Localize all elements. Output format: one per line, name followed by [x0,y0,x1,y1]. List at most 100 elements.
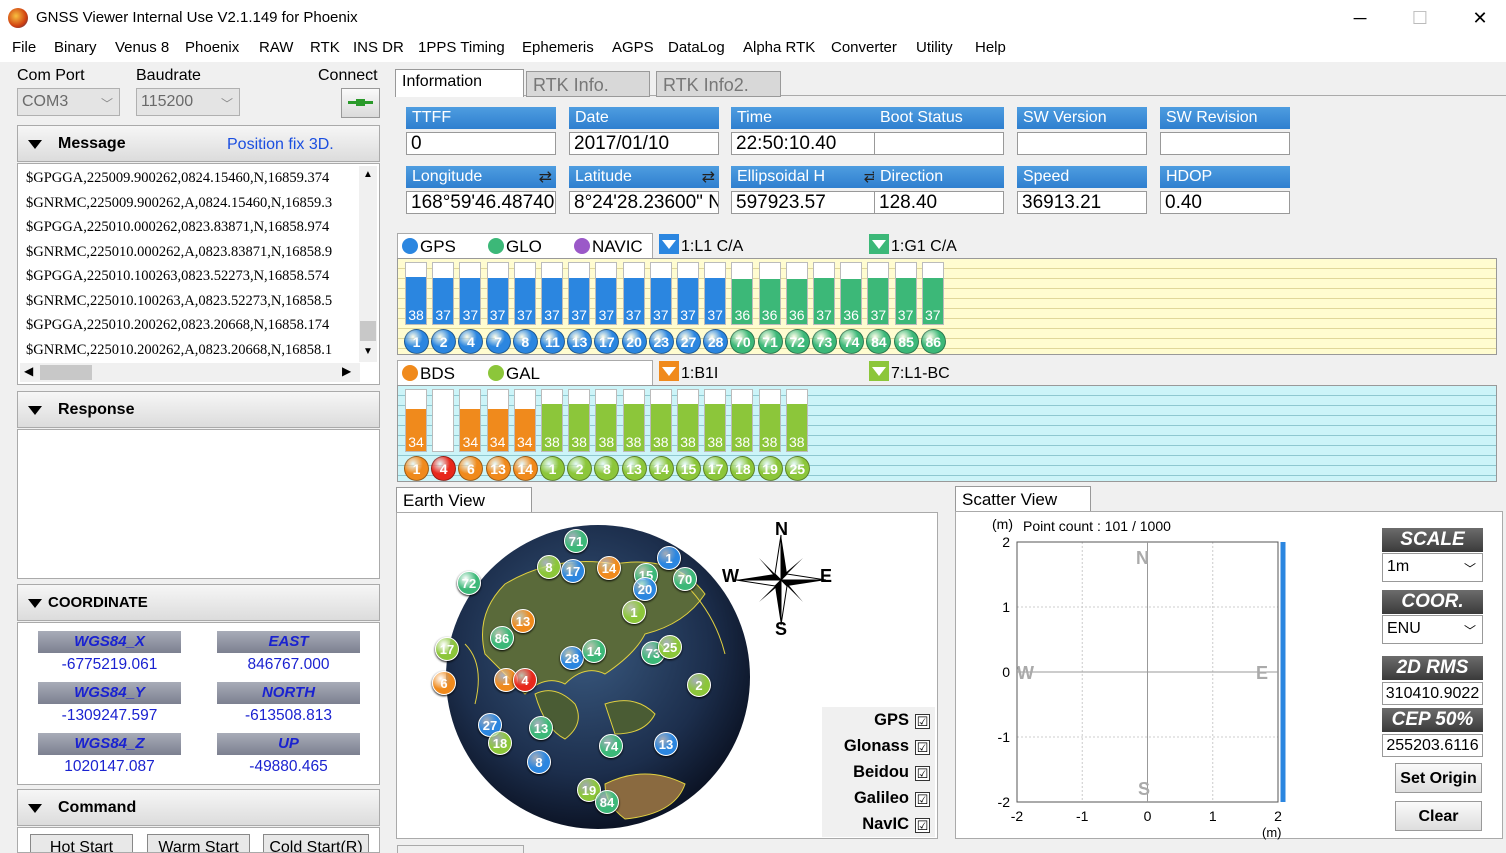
signal-select-l1bc[interactable]: 7:L1-BC [869,361,950,383]
menu-file[interactable]: File [12,39,36,56]
filter-glonass[interactable]: Glonass ☑ [835,737,930,756]
prn-badge[interactable]: 17 [594,329,620,354]
response-header[interactable]: Response [17,391,380,428]
menu-insdr[interactable]: INS DR [353,39,404,56]
satellite-marker[interactable]: 71 [564,529,588,553]
satellite-marker[interactable]: 25 [658,635,682,659]
tab-gal[interactable]: GAL [488,364,540,386]
prn-badge[interactable]: 28 [703,329,729,354]
satellite-marker[interactable]: 6 [432,671,456,695]
satellite-marker[interactable]: 17 [561,559,585,583]
satellite-marker[interactable]: 14 [582,639,606,663]
prn-badge[interactable]: 74 [839,329,865,354]
prn-badge[interactable]: 19 [757,456,783,481]
prn-badge[interactable]: 8 [594,456,620,481]
command-header[interactable]: Command [17,789,380,826]
menu-utility[interactable]: Utility [916,39,953,56]
prn-badge[interactable]: 20 [621,329,647,354]
satellite-marker[interactable]: 13 [511,609,535,633]
connect-button[interactable] [341,88,380,118]
prn-badge[interactable]: 23 [648,329,674,354]
prn-badge[interactable]: 8 [512,329,538,354]
satellite-marker[interactable]: 20 [633,577,657,601]
horizontal-scrollbar[interactable]: ◀ ▶ [20,363,360,382]
menu-datalog[interactable]: DataLog [668,39,725,56]
satellite-marker[interactable]: 70 [673,567,697,591]
tab-gps[interactable]: GPS [402,237,456,259]
prn-badge[interactable]: 7 [485,329,511,354]
prn-badge[interactable]: 27 [676,329,701,354]
checkbox-icon[interactable]: ☑ [915,766,930,781]
set-origin-button[interactable]: Set Origin [1395,763,1482,793]
satellite-marker[interactable]: 13 [529,716,553,740]
signal-select-l1ca[interactable]: 1:L1 C/A [659,234,743,256]
clear-button[interactable]: Clear [1395,801,1482,831]
scroll-left-icon[interactable]: ◀ [24,364,33,378]
vertical-scrollbar[interactable]: ▲ ▼ [359,166,377,362]
filter-navic[interactable]: NavIC ☑ [835,815,930,834]
prn-badge[interactable]: 1 [540,456,565,481]
menu-ephemeris[interactable]: Ephemeris [522,39,594,56]
prn-badge[interactable]: 17 [703,456,729,481]
warm-start-button[interactable]: Warm Start [147,834,250,852]
scroll-up-icon[interactable]: ▲ [363,169,373,180]
bottom-tab[interactable] [397,845,524,853]
prn-badge[interactable]: 72 [784,329,810,354]
close-button[interactable]: ✕ [1450,4,1506,32]
prn-badge[interactable]: 84 [866,329,892,354]
prn-badge[interactable]: 15 [676,456,701,481]
tab-glo[interactable]: GLO [488,237,542,259]
scroll-thumb[interactable] [40,365,92,380]
checkbox-icon[interactable]: ☑ [915,792,930,807]
checkbox-icon[interactable]: ☑ [915,740,930,755]
hot-start-button[interactable]: Hot Start [30,834,133,852]
satellite-marker[interactable]: 17 [435,637,459,661]
earth-view-tab[interactable]: Earth View [396,487,532,515]
filter-gps[interactable]: GPS ☑ [835,711,930,730]
message-header[interactable]: Message Position fix 3D. [17,125,380,162]
satellite-marker[interactable]: 28 [560,646,584,670]
satellite-marker[interactable]: 14 [597,556,621,580]
satellite-marker[interactable]: 8 [527,750,551,774]
prn-badge[interactable]: 1 [404,329,429,354]
satellite-marker[interactable]: 8 [537,555,561,579]
menu-agps[interactable]: AGPS [612,39,654,56]
tab-rtk-info[interactable]: RTK Info. [526,71,650,97]
menu-help[interactable]: Help [975,39,1006,56]
prn-badge[interactable]: 86 [920,329,946,354]
satellite-marker[interactable]: 4 [513,668,537,692]
filter-galileo[interactable]: Galileo ☑ [835,789,930,808]
checkbox-icon[interactable]: ☑ [915,714,930,729]
tab-navic[interactable]: NAVIC [574,237,643,259]
prn-badge[interactable]: 2 [567,456,593,481]
menu-1pps-timing[interactable]: 1PPS Timing [418,39,505,56]
baudrate-select[interactable]: 115200 ﹀ [136,88,240,116]
satellite-marker[interactable]: 1 [657,546,681,570]
prn-badge[interactable]: 14 [648,456,674,481]
menu-alpha-rtk[interactable]: Alpha RTK [743,39,815,56]
satellite-marker[interactable]: 84 [595,790,619,814]
prn-badge[interactable]: 1 [404,456,429,481]
swap-format-icon[interactable]: ⇄ [702,167,715,187]
satellite-marker[interactable]: 72 [457,571,481,595]
menu-venus8[interactable]: Venus 8 [115,39,169,56]
prn-badge[interactable]: 4 [431,456,457,481]
maximize-button[interactable]: ☐ [1390,4,1450,32]
prn-badge[interactable]: 6 [458,456,484,481]
message-log[interactable]: $GPGGA,225009.900262,0824.15460,N,16859.… [17,163,380,385]
prn-badge[interactable]: 4 [458,329,484,354]
menu-binary[interactable]: Binary [54,39,97,56]
scroll-right-icon[interactable]: ▶ [342,364,351,378]
prn-badge[interactable]: 13 [621,456,647,481]
scroll-down-icon[interactable]: ▼ [363,346,373,357]
satellite-marker[interactable]: 13 [654,732,678,756]
prn-badge[interactable]: 70 [730,329,756,354]
scale-select[interactable]: 1m ﹀ [1382,553,1483,582]
prn-badge[interactable]: 85 [893,329,919,354]
satellite-marker[interactable]: 74 [599,734,623,758]
tab-bds[interactable]: BDS [402,364,455,386]
prn-badge[interactable]: 2 [431,329,457,354]
prn-badge[interactable]: 71 [757,329,783,354]
satellite-marker[interactable]: 2 [687,673,711,697]
satellite-marker[interactable]: 18 [488,731,512,755]
